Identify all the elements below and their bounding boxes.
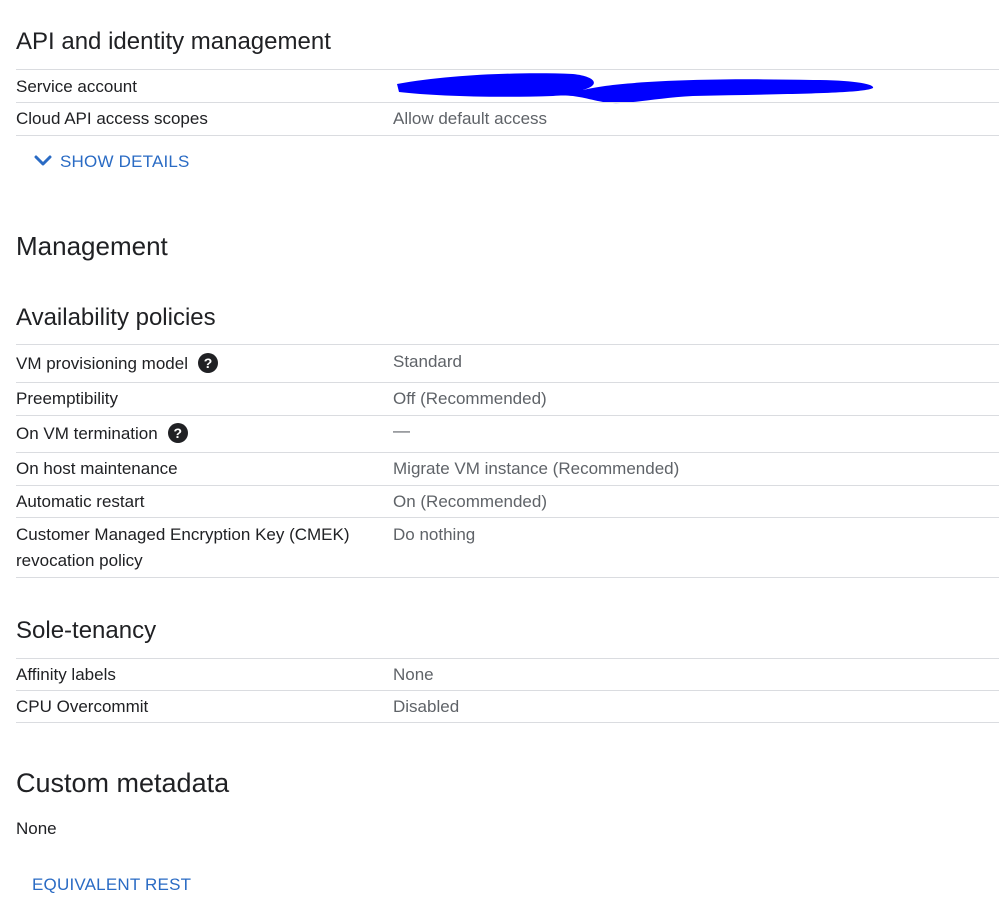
api-identity-heading: API and identity management bbox=[16, 28, 331, 55]
divider bbox=[16, 658, 999, 659]
vm-provisioning-model-text: VM provisioning model bbox=[16, 354, 188, 373]
cmek-policy-value: Do nothing bbox=[393, 525, 476, 544]
show-details-label: SHOW DETAILS bbox=[60, 152, 190, 171]
vm-provisioning-model-label: VM provisioning model? bbox=[16, 352, 218, 375]
on-vm-termination-value: — bbox=[393, 421, 410, 440]
automatic-restart-label: Automatic restart bbox=[16, 492, 145, 511]
affinity-labels-label: Affinity labels bbox=[16, 665, 116, 684]
divider bbox=[16, 690, 999, 691]
divider bbox=[16, 577, 999, 578]
equivalent-rest-button[interactable]: EQUIVALENT REST bbox=[32, 875, 191, 895]
divider bbox=[16, 135, 999, 136]
automatic-restart-value: On (Recommended) bbox=[393, 492, 548, 511]
custom-metadata-value: None bbox=[16, 819, 57, 838]
cloud-api-scopes-value: Allow default access bbox=[393, 109, 548, 128]
divider bbox=[16, 517, 999, 518]
on-vm-termination-text: On VM termination bbox=[16, 424, 158, 443]
cpu-overcommit-value: Disabled bbox=[393, 697, 460, 716]
sole-tenancy-heading: Sole-tenancy bbox=[16, 617, 157, 644]
cmek-policy-label-line1: Customer Managed Encryption Key (CMEK) bbox=[16, 525, 350, 544]
preemptibility-value: Off (Recommended) bbox=[393, 389, 547, 408]
divider bbox=[16, 485, 999, 486]
divider bbox=[16, 382, 999, 383]
help-icon[interactable]: ? bbox=[197, 352, 218, 373]
divider bbox=[16, 415, 999, 416]
on-host-maintenance-label: On host maintenance bbox=[16, 459, 178, 478]
divider bbox=[16, 344, 999, 345]
management-heading: Management bbox=[16, 231, 168, 261]
preemptibility-label: Preemptibility bbox=[16, 389, 119, 408]
help-icon[interactable]: ? bbox=[167, 422, 188, 443]
cpu-overcommit-label: CPU Overcommit bbox=[16, 697, 149, 716]
affinity-labels-value: None bbox=[393, 665, 434, 684]
redaction-scribble bbox=[397, 73, 874, 104]
on-host-maintenance-value: Migrate VM instance (Recommended) bbox=[393, 459, 680, 478]
custom-metadata-heading: Custom metadata bbox=[16, 768, 230, 798]
vm-provisioning-model-value: Standard bbox=[393, 352, 462, 371]
divider bbox=[16, 722, 999, 723]
show-details-button[interactable]: SHOW DETAILS bbox=[34, 152, 190, 172]
divider bbox=[16, 452, 999, 453]
divider bbox=[16, 102, 999, 103]
service-account-label: Service account bbox=[16, 77, 137, 96]
cloud-api-scopes-label: Cloud API access scopes bbox=[16, 109, 208, 128]
cmek-policy-label-line2: revocation policy bbox=[16, 551, 143, 570]
availability-policies-heading: Availability policies bbox=[16, 304, 216, 331]
on-vm-termination-label: On VM termination? bbox=[16, 422, 188, 445]
chevron-down-icon bbox=[34, 155, 52, 166]
